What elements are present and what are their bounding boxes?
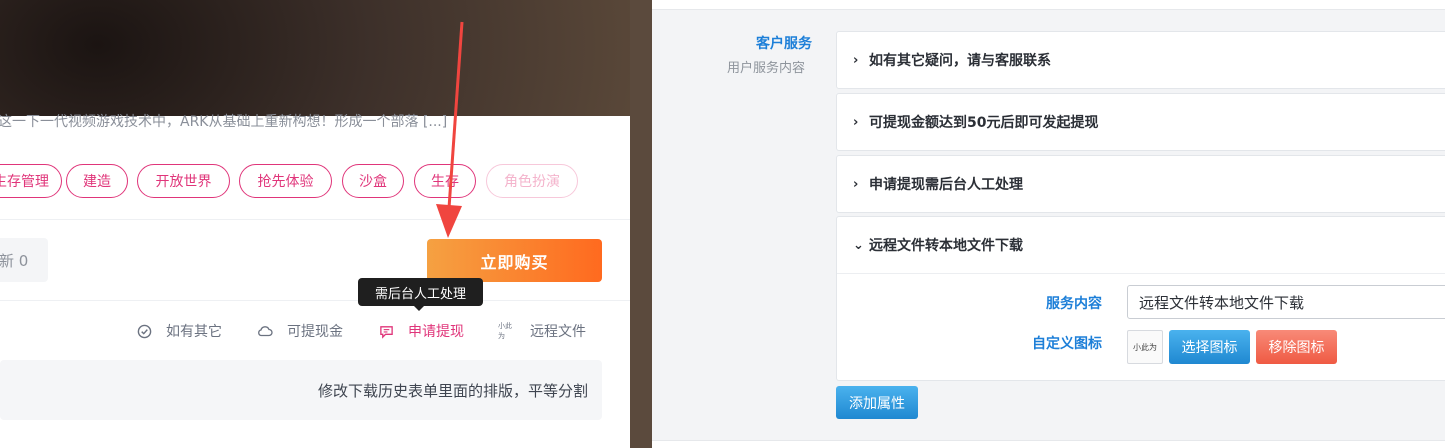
service-content-input[interactable]: 远程文件转本地文件下载 xyxy=(1127,285,1445,319)
tag-item[interactable]: 角色扮演 xyxy=(486,164,578,198)
accordion-header[interactable]: › 申请提现需后台人工处理 xyxy=(837,156,1445,212)
chevron-right-icon: › xyxy=(853,52,859,68)
accordion-title: 如有其它疑问，请与客服联系 xyxy=(869,53,1051,69)
update-count: 新 0 xyxy=(0,238,48,282)
check-circle-icon xyxy=(136,323,152,339)
accordion-item[interactable]: › 申请提现需后台人工处理 xyxy=(836,155,1445,213)
service-content-box: 修改下载历史表单里面的排版，平等分割 xyxy=(0,360,602,420)
product-excerpt: 这一下一代视频游戏技术中，ARK从基础上重新构想！形成一个部落 [...] xyxy=(0,114,448,130)
section-subtitle: 用户服务内容 xyxy=(727,61,806,76)
accordion-title: 可提现金额达到50元后即可发起提现 xyxy=(869,115,1099,131)
custom-icon-preview: 小此为 xyxy=(1127,330,1163,364)
divider xyxy=(0,300,630,301)
tag-item[interactable]: 生存 xyxy=(414,164,476,198)
accordion-item[interactable]: › 可提现金额达到50元后即可发起提现 xyxy=(836,93,1445,151)
tag-item[interactable]: 抢先体验 xyxy=(239,164,332,198)
right-settings-panel: 客户服务 用户服务内容 › 如有其它疑问，请与客服联系 › 可提现金额达到50元… xyxy=(652,0,1445,448)
accordion-title: 远程文件转本地文件下载 xyxy=(869,238,1023,254)
section-title: 客户服务 xyxy=(756,36,812,52)
chevron-down-icon: ⌄ xyxy=(853,237,864,253)
previous-section xyxy=(652,0,1445,10)
service-tab-label: 如有其它 xyxy=(166,324,222,340)
next-section xyxy=(652,440,1445,448)
service-tab-other[interactable]: 如有其它 xyxy=(136,320,222,342)
cloud-icon xyxy=(257,323,273,339)
service-tab-apply[interactable]: 申请提现 xyxy=(378,320,464,342)
custom-logo-icon: 小此为 xyxy=(498,322,512,340)
chevron-right-icon: › xyxy=(853,114,859,130)
accordion-item-expanded[interactable]: ⌄ 远程文件转本地文件下载 服务内容 远程文件转本地文件下载 自定义图标 小此为… xyxy=(836,216,1445,381)
tag-item[interactable]: 生存管理 xyxy=(0,164,62,198)
tooltip-arrow xyxy=(413,305,425,311)
custom-icon-label: 自定义图标 xyxy=(1032,336,1102,352)
service-tab-label: 可提现金 xyxy=(287,324,343,340)
tag-item[interactable]: 开放世界 xyxy=(137,164,230,198)
accordion-header[interactable]: ⌄ 远程文件转本地文件下载 xyxy=(837,217,1445,273)
tag-item[interactable]: 建造 xyxy=(66,164,128,198)
remove-icon-button[interactable]: 移除图标 xyxy=(1256,330,1337,364)
accordion-item[interactable]: › 如有其它疑问，请与客服联系 xyxy=(836,31,1445,89)
service-tab-withdraw[interactable]: 可提现金 xyxy=(257,320,343,342)
chevron-right-icon: › xyxy=(853,176,859,192)
tooltip: 需后台人工处理 xyxy=(358,278,483,306)
service-tab-label: 远程文件 xyxy=(530,324,586,340)
accordion-title: 申请提现需后台人工处理 xyxy=(869,177,1023,193)
choose-icon-button[interactable]: 选择图标 xyxy=(1169,330,1250,364)
service-tab-label: 申请提现 xyxy=(408,324,464,340)
service-content-text: 修改下载历史表单里面的排版，平等分割 xyxy=(317,381,588,400)
add-attribute-button[interactable]: 添加属性 xyxy=(836,386,918,419)
background-image-edge xyxy=(630,0,652,448)
accordion-body: 服务内容 远程文件转本地文件下载 自定义图标 小此为 选择图标 移除图标 xyxy=(837,273,1445,380)
tag-item[interactable]: 沙盒 xyxy=(342,164,404,198)
accordion-header[interactable]: › 如有其它疑问，请与客服联系 xyxy=(837,32,1445,88)
chat-icon xyxy=(378,323,394,339)
divider xyxy=(0,219,630,220)
accordion-header[interactable]: › 可提现金额达到50元后即可发起提现 xyxy=(837,94,1445,150)
buy-now-button[interactable]: 立即购买 xyxy=(427,239,602,282)
left-preview-panel: 这一下一代视频游戏技术中，ARK从基础上重新构想！形成一个部落 [...] 生存… xyxy=(0,0,652,448)
service-content-label: 服务内容 xyxy=(1046,296,1102,312)
service-tab-remote[interactable]: 小此为 远程文件 xyxy=(498,320,586,342)
